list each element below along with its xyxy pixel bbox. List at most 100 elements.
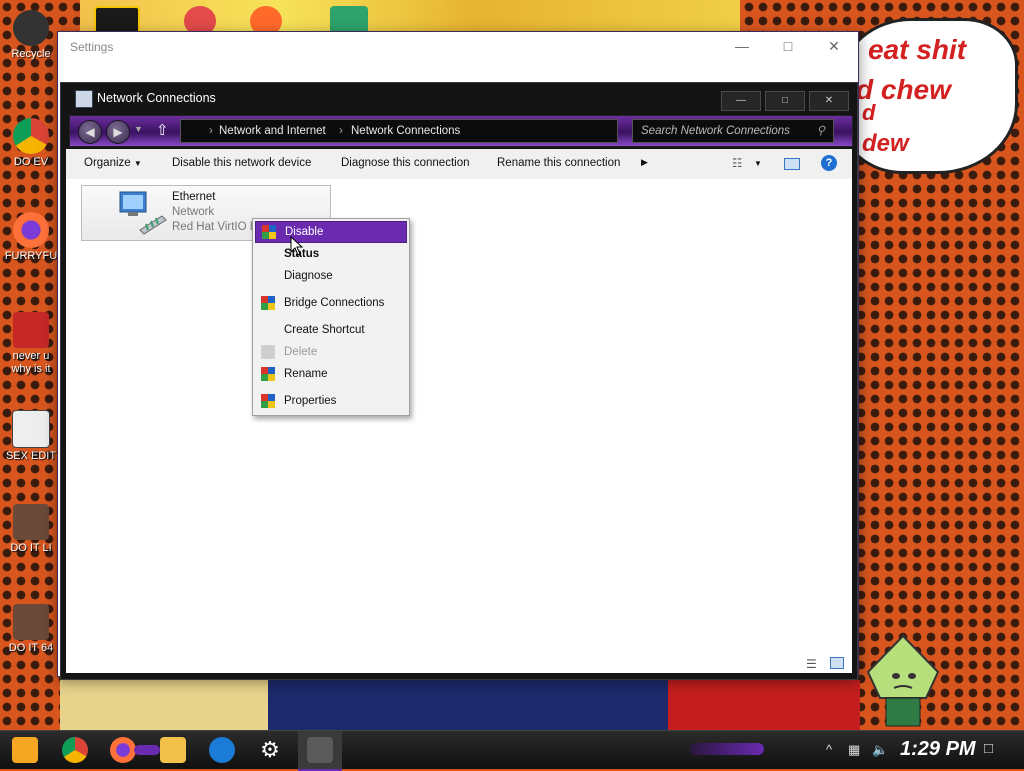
adapter-name: Ethernet [172, 191, 216, 203]
diagnose-connection-button[interactable]: Diagnose this connection [341, 157, 470, 169]
wallpaper-bottom [60, 680, 860, 730]
menu-item-disable[interactable]: Disable [255, 221, 407, 243]
menu-item-rename[interactable]: Rename [255, 364, 405, 384]
folder-icon [160, 737, 186, 763]
menu-item-status[interactable]: Status [255, 244, 405, 264]
settings-title: Settings [70, 40, 114, 54]
firefox-icon [110, 737, 136, 763]
taskbar-item-network-connections[interactable] [298, 731, 342, 771]
volume-icon[interactable]: 🔈 [872, 742, 888, 758]
minimize-button[interactable]: — [722, 38, 762, 58]
firefox-icon [13, 212, 49, 248]
desktop-icon-devcpp[interactable]: never u why is it [4, 312, 58, 376]
network-connections-window: Network Connections — □ ✕ ◀ ▶ ▼ ⇧ › Netw… [60, 82, 858, 680]
tray-chevron-up-icon[interactable]: ^ [826, 742, 832, 757]
bubble-line: eat shit [868, 34, 967, 65]
desktop-icon-label: DO EV [13, 156, 49, 168]
taskbar-item-chrome[interactable] [53, 731, 97, 769]
breadcrumb-item[interactable]: Network Connections [351, 120, 460, 142]
desktop-icon-portrait-2[interactable]: DO IT 64 [4, 604, 58, 655]
chrome-icon [13, 118, 49, 154]
search-input[interactable]: Search Network Connections ⚲ [632, 119, 834, 143]
taskbar-accent-strip [690, 743, 764, 755]
menu-item-bridge-connections[interactable]: Bridge Connections [255, 293, 405, 313]
menu-item-label: Rename [284, 368, 328, 380]
disable-device-button[interactable]: Disable this network device [172, 157, 311, 169]
rename-connection-button[interactable]: Rename this connection [497, 157, 620, 169]
desktop-icon-label: Recycle [11, 48, 51, 60]
start-button[interactable] [12, 737, 38, 763]
help-icon[interactable]: ? [821, 155, 837, 171]
taskbar-item-settings[interactable]: ⚙ [248, 731, 292, 769]
devcpp-icon [13, 312, 49, 348]
menu-item-label: Bridge Connections [284, 297, 385, 309]
portrait-icon [13, 604, 49, 640]
desktop-icon-label: DO IT LI [10, 542, 52, 554]
gear-icon: ⚙ [260, 737, 280, 762]
desktop-icon-recycle[interactable]: Recycle [4, 10, 58, 61]
search-icon[interactable]: ⚲ [817, 120, 825, 142]
menu-item-create-shortcut[interactable]: Create Shortcut [255, 320, 405, 340]
window-title: Network Connections [97, 91, 216, 105]
breadcrumb[interactable]: › Network and Internet › Network Connect… [180, 119, 618, 143]
close-button[interactable]: ✕ [809, 91, 849, 111]
breadcrumb-item[interactable]: Network and Internet [219, 120, 326, 142]
network-tray-icon[interactable]: ▦ [848, 742, 860, 758]
network-adapter-icon [119, 191, 167, 235]
maximize-button[interactable]: □ [768, 38, 808, 58]
recent-locations-icon[interactable]: ▼ [134, 124, 143, 134]
chrome-icon [62, 737, 88, 763]
forward-button[interactable]: ▶ [106, 120, 130, 144]
adapter-status: Network [172, 206, 215, 218]
taskbar: ⚙ ^ ▦ 🔈 1:29 PM □ [0, 730, 1024, 771]
desktop-icon-hex-editor[interactable]: SEX EDIT [4, 410, 58, 463]
maximize-button[interactable]: □ [765, 91, 805, 111]
menu-item-label: Create Shortcut [284, 324, 365, 336]
organize-label: Organize [84, 157, 131, 169]
up-arrow-icon[interactable]: ⇧ [156, 121, 169, 139]
command-bar: Organize ▼ Disable this network device D… [66, 149, 852, 180]
close-button[interactable]: ✕ [814, 38, 854, 58]
menu-item-diagnose[interactable]: Diagnose [255, 266, 405, 286]
shield-icon [261, 367, 275, 381]
desktop-icon-label: SEX EDIT [5, 450, 57, 462]
minimize-button[interactable]: — [721, 91, 761, 111]
shield-icon [261, 394, 275, 408]
connections-list: Ethernet Network Red Hat VirtIO Et ☰ [66, 179, 852, 673]
menu-item-label: Diagnose [284, 270, 333, 282]
taskbar-item-edge[interactable] [200, 731, 244, 769]
notifications-icon[interactable]: □ [984, 740, 993, 757]
adapter-device: Red Hat VirtIO Et [172, 221, 261, 233]
organize-menu[interactable]: Organize ▼ [84, 157, 142, 169]
more-commands-arrow-icon[interactable]: ▶ [641, 157, 648, 168]
shield-icon [261, 345, 275, 359]
taskbar-item-explorer[interactable] [150, 731, 194, 769]
shield-icon [261, 296, 275, 310]
desktop-icon-label: DO IT 64 [8, 642, 54, 654]
shield-icon [262, 225, 276, 239]
menu-item-label: Properties [284, 395, 337, 407]
context-menu: Disable Status Diagnose Bridge Connectio… [252, 218, 410, 416]
recycle-bin-icon [13, 10, 49, 46]
peridot-character-image [866, 634, 940, 727]
desktop-icon-firefox[interactable]: FURRYFU [4, 212, 58, 263]
back-button[interactable]: ◀ [78, 120, 102, 144]
address-bar: ◀ ▶ ▼ ⇧ › Network and Internet › Network… [69, 115, 853, 147]
menu-item-delete: Delete [255, 342, 405, 362]
wallpaper-top [80, 0, 740, 34]
desktop-icon-chrome[interactable]: DO EV [4, 118, 58, 169]
desktop-icon-label: never u why is it [11, 350, 51, 375]
desktop-icon-label: FURRYFU [4, 250, 58, 262]
clock[interactable]: 1:29 PM [900, 738, 976, 761]
change-view-icon[interactable]: ☷ [732, 156, 742, 170]
desktop-icon-portrait-1[interactable]: DO IT LI [4, 504, 58, 555]
preview-pane-icon[interactable] [784, 158, 800, 170]
details-view-icon[interactable]: ☰ [806, 657, 817, 671]
edge-icon [209, 737, 235, 763]
large-icons-view-icon[interactable] [830, 657, 844, 669]
portrait-icon [13, 504, 49, 540]
menu-item-properties[interactable]: Properties [255, 391, 405, 411]
hex-editor-icon [12, 410, 50, 448]
search-placeholder: Search Network Connections [641, 125, 790, 137]
view-options-chevron-icon[interactable]: ▼ [754, 159, 762, 168]
